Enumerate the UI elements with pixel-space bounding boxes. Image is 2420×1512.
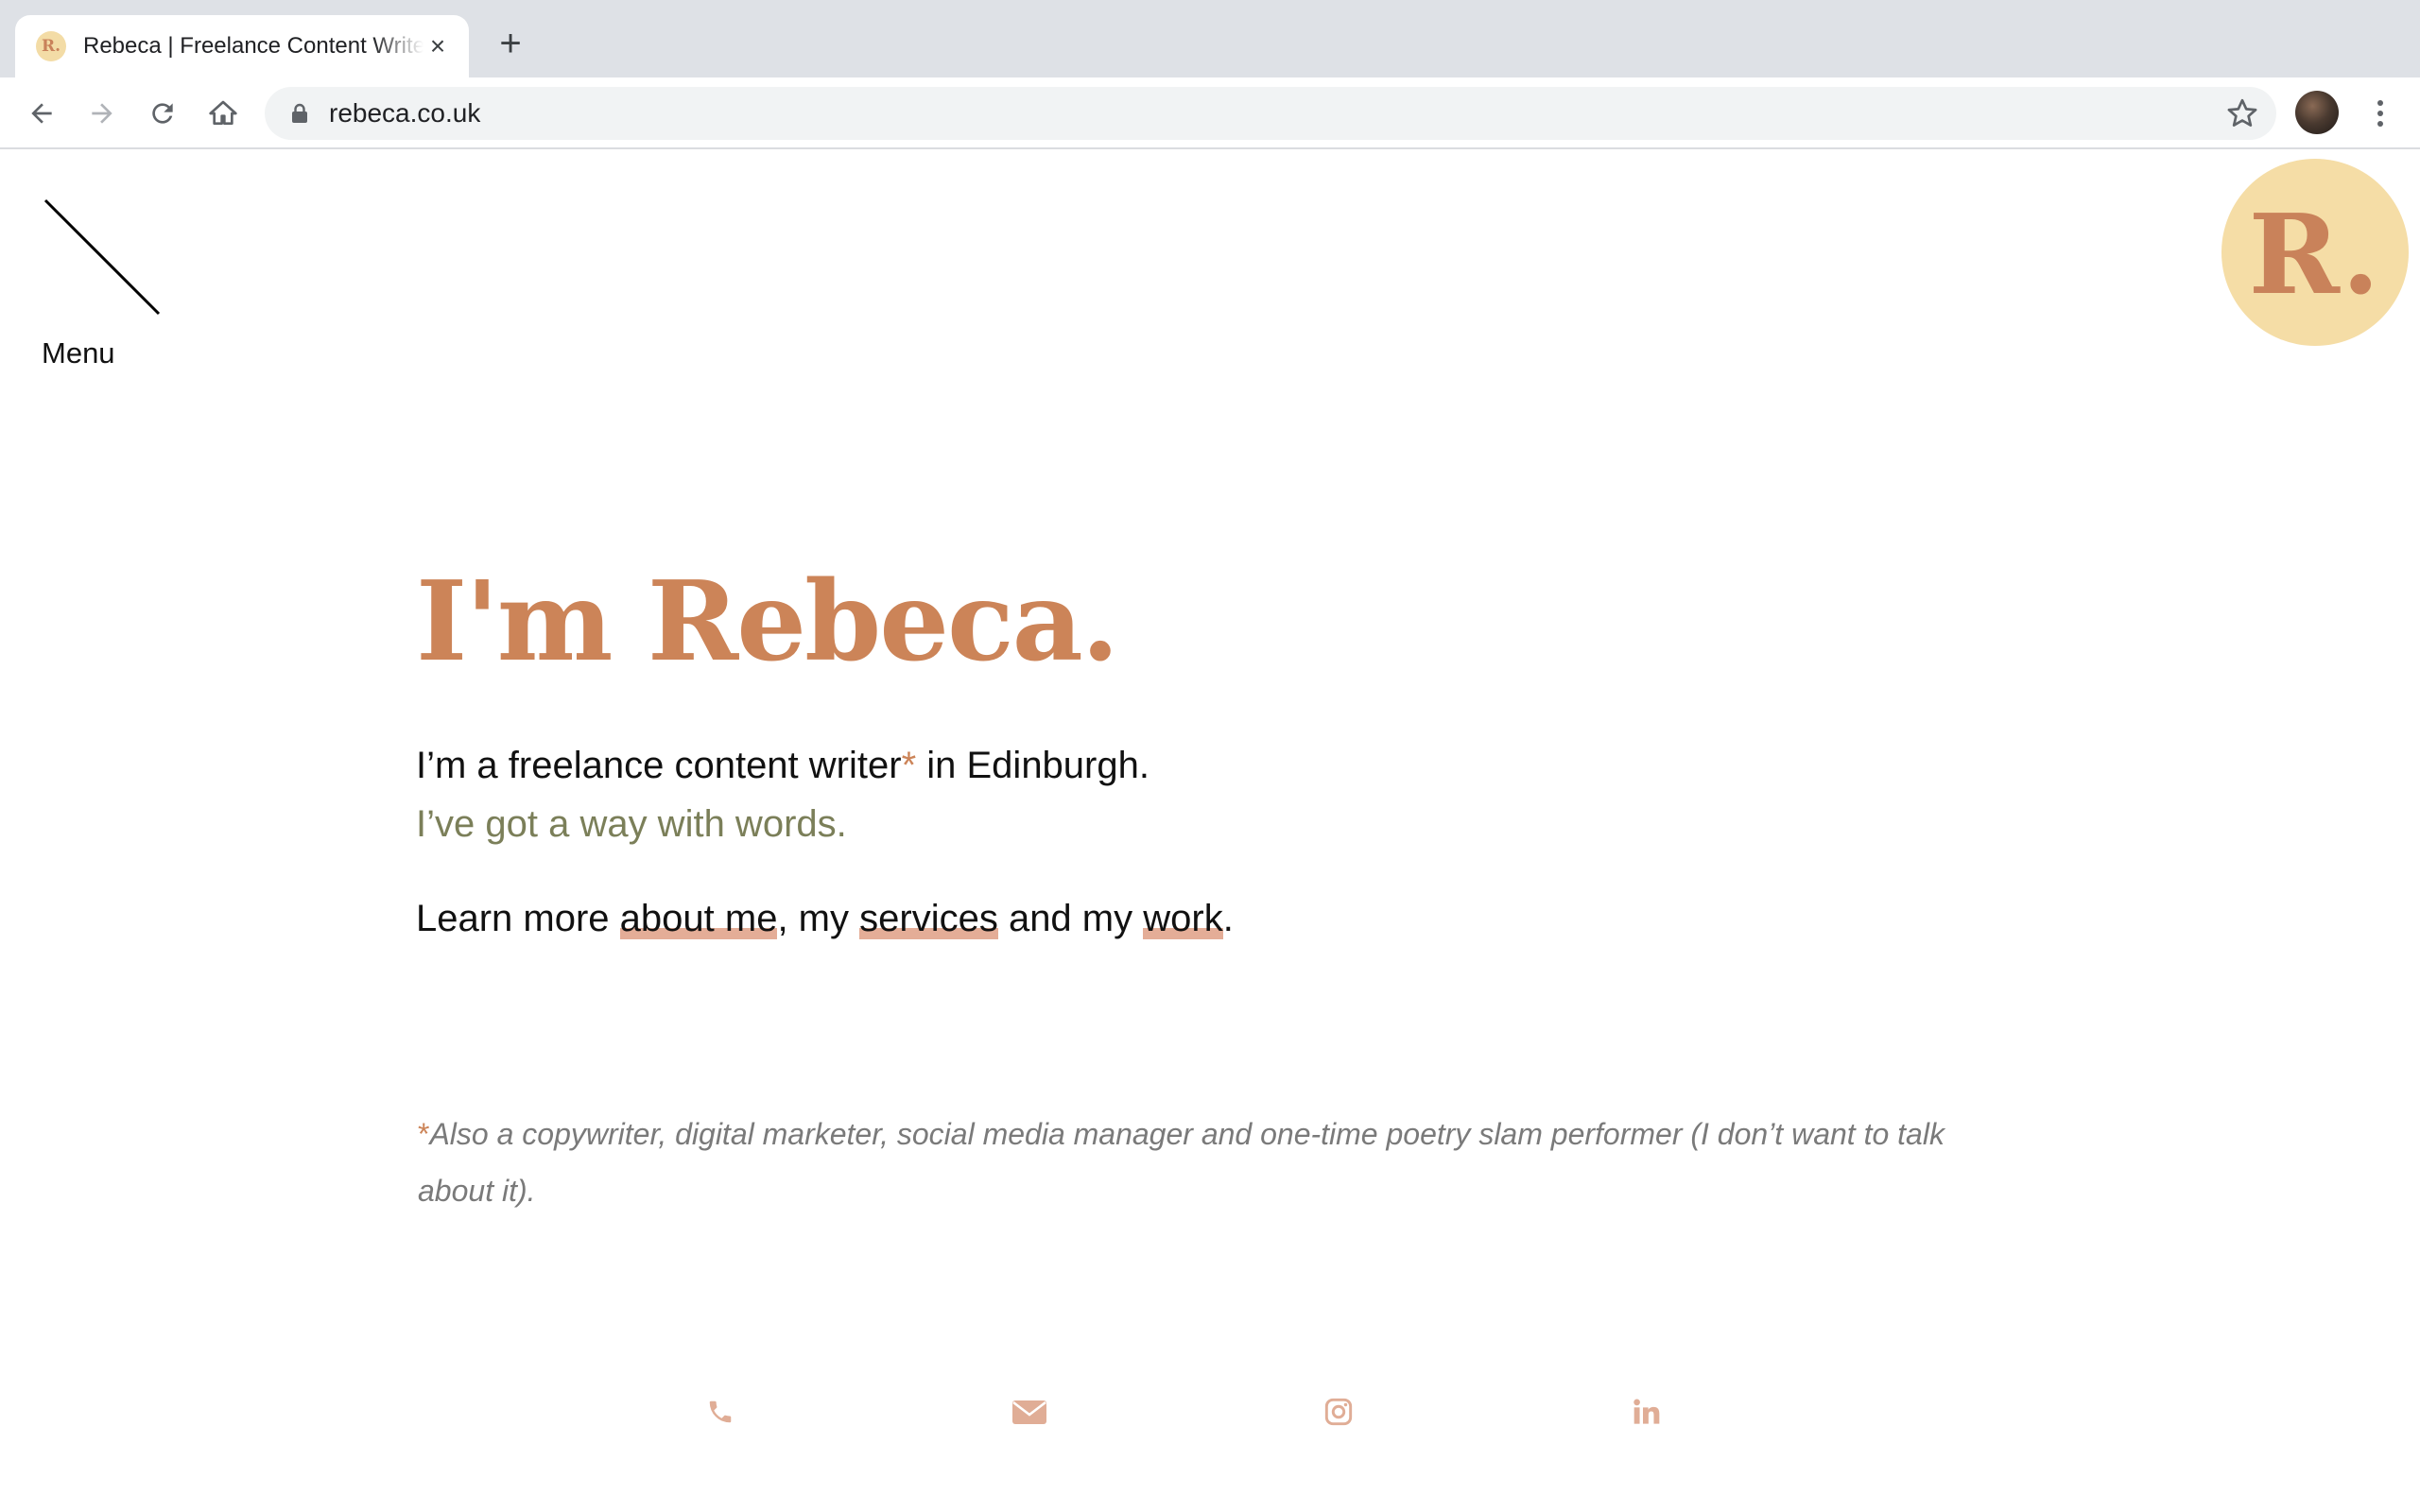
menu-slash-icon xyxy=(43,198,161,316)
services-link[interactable]: services xyxy=(859,898,998,939)
url-text[interactable]: rebeca.co.uk xyxy=(329,87,480,140)
about-me-link[interactable]: about me xyxy=(619,898,778,939)
menu-button[interactable]: Menu xyxy=(38,198,170,369)
work-link[interactable]: work xyxy=(1143,898,1223,939)
footnote-text: Also a copywriter, digital marketer, soc… xyxy=(418,1117,1945,1208)
tab-title: Rebeca | Freelance Content Writer xyxy=(83,33,424,59)
tagline: I’ve got a way with words. xyxy=(416,803,847,845)
learn-sep2: and my xyxy=(997,898,1144,939)
learn-prefix: Learn more xyxy=(416,898,620,939)
new-tab-button[interactable]: + xyxy=(492,25,529,62)
home-icon xyxy=(209,100,237,125)
email-icon[interactable] xyxy=(1011,1393,1048,1431)
page-title: I'm Rebeca. xyxy=(416,558,1119,686)
learn-end: . xyxy=(1222,898,1234,939)
back-button[interactable] xyxy=(19,91,64,136)
lock-icon xyxy=(292,103,307,123)
address-bar[interactable]: rebeca.co.uk xyxy=(265,87,2276,140)
site-logo[interactable]: R. xyxy=(2221,159,2409,346)
intro-before: I’m a freelance content writer xyxy=(416,745,902,786)
footnote: *Also a copywriter, digital marketer, so… xyxy=(418,1106,2006,1219)
reload-icon xyxy=(152,103,173,124)
arrow-left-icon xyxy=(31,103,52,124)
forward-button[interactable] xyxy=(79,91,125,136)
home-button[interactable] xyxy=(200,91,246,136)
linkedin-icon[interactable] xyxy=(1628,1393,1666,1431)
intro-asterisk: * xyxy=(901,745,917,786)
more-vert-icon[interactable] xyxy=(2363,91,2397,136)
intro-text: I’m a freelance content writer* in Edinb… xyxy=(416,745,1150,787)
instagram-icon[interactable] xyxy=(1320,1393,1357,1431)
tab-favicon: R. xyxy=(36,31,66,61)
browser-tab[interactable]: R. Rebeca | Freelance Content Writer × xyxy=(15,15,469,77)
profile-avatar[interactable] xyxy=(2295,91,2339,134)
browser-tabstrip: R. Rebeca | Freelance Content Writer × + xyxy=(0,0,2420,77)
learn-sep1: , my xyxy=(777,898,860,939)
footnote-asterisk: * xyxy=(418,1117,430,1151)
menu-label: Menu xyxy=(42,336,115,369)
phone-icon[interactable] xyxy=(701,1393,739,1431)
arrow-right-icon xyxy=(92,103,112,124)
intro-after: in Edinburgh. xyxy=(916,745,1150,786)
learn-more-text: Learn more about me, my services and my … xyxy=(416,898,1234,940)
tab-close-icon[interactable]: × xyxy=(424,31,452,60)
star-icon[interactable] xyxy=(2225,96,2259,130)
reload-button[interactable] xyxy=(140,91,185,136)
page-content: Menu R. I'm Rebeca. I’m a freelance cont… xyxy=(0,151,2420,1512)
logo-text: R. xyxy=(2248,191,2382,319)
browser-toolbar: rebeca.co.uk xyxy=(0,77,2420,149)
